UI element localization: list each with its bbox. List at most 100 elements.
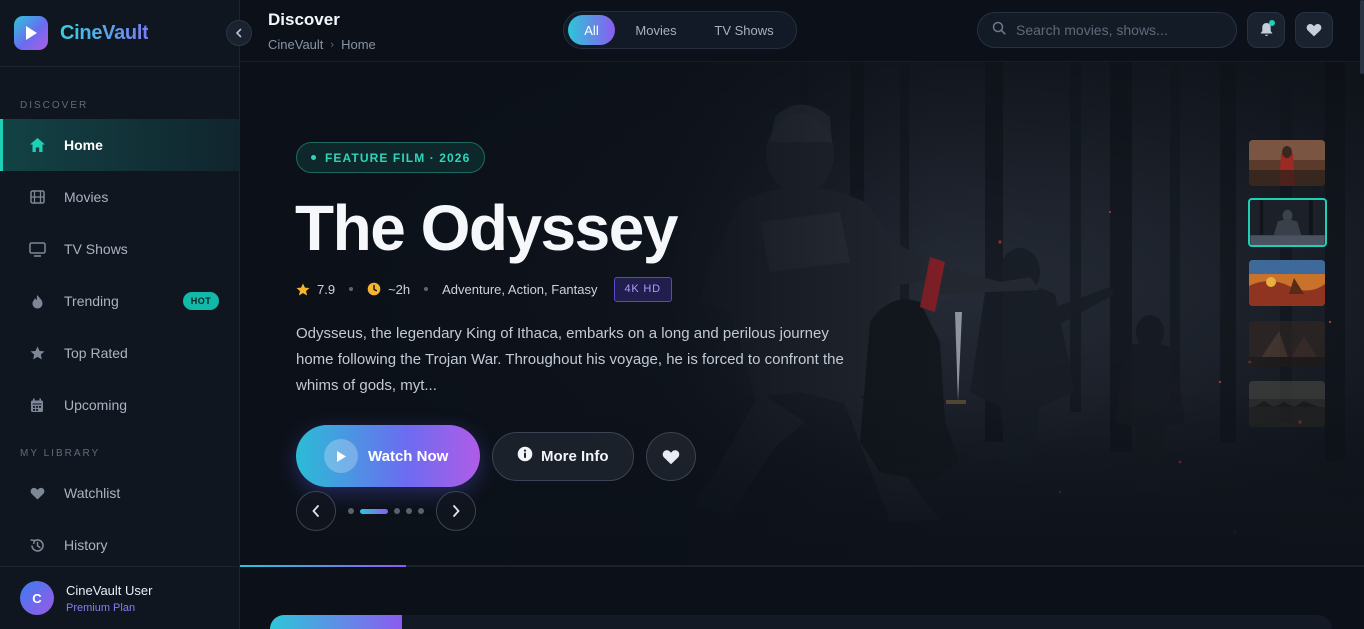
breadcrumb-separator: › [330, 38, 335, 51]
user-name: CineVault User [66, 582, 153, 598]
next-slide-button[interactable] [436, 491, 476, 531]
favorites-button[interactable] [1295, 12, 1333, 48]
sidebar-item-label: Trending [64, 293, 119, 309]
meta-separator [424, 287, 429, 291]
tag-dot-icon [311, 155, 316, 160]
collapse-sidebar-button[interactable] [226, 20, 252, 46]
chevron-left-icon [312, 505, 319, 517]
search-icon [992, 21, 1006, 40]
topbar: Discover CineVault › Home All Movies TV … [240, 0, 1364, 62]
history-icon [28, 536, 46, 554]
app-root: CineVault DISCOVER Home Movies TV Shows [0, 0, 1364, 629]
sidebar-item-tv-shows[interactable]: TV Shows [0, 223, 239, 275]
hero-bottom-overlay [240, 62, 1364, 566]
user-plan: Premium Plan [66, 601, 136, 614]
sidebar-item-watchlist[interactable]: Watchlist [0, 467, 239, 519]
sidebar-item-label: Movies [64, 189, 109, 205]
sidebar-item-label: History [64, 537, 108, 553]
play-logo-icon [14, 16, 48, 50]
more-info-label: More Info [541, 448, 609, 465]
slide-dot-4[interactable] [406, 508, 412, 514]
thumbnail-slide-5[interactable] [1249, 381, 1325, 427]
chevron-left-icon [235, 28, 242, 38]
search-input[interactable] [1016, 22, 1216, 38]
sidebar: CineVault DISCOVER Home Movies TV Shows [0, 0, 252, 629]
previous-slide-button[interactable] [296, 491, 336, 531]
sidebar-item-history[interactable]: History [0, 519, 239, 571]
hero-meta: 7.9 ~2h Adventure, Action, Fantasy 4K HD [296, 276, 672, 302]
sidebar-item-label: Upcoming [64, 397, 128, 413]
heart-icon [662, 449, 680, 464]
brand[interactable]: CineVault [14, 15, 149, 51]
slide-dot-1[interactable] [348, 508, 354, 514]
search-box [977, 12, 1237, 48]
sidebar-item-movies[interactable]: Movies [0, 171, 239, 223]
flame-icon [28, 292, 46, 310]
breadcrumb-item-cinevault[interactable]: CineVault [268, 37, 323, 52]
quality-badge: 4K HD [613, 276, 672, 302]
sidebar-item-upcoming[interactable]: Upcoming [0, 379, 239, 431]
more-info-button[interactable]: More Info [492, 432, 634, 481]
slide-dot-5[interactable] [418, 508, 424, 514]
filter-movies[interactable]: Movies [615, 15, 697, 45]
genres: Adventure, Action, Fantasy [442, 281, 598, 297]
calendar-icon [28, 396, 46, 414]
sidebar-item-top-rated[interactable]: Top Rated [0, 327, 239, 379]
slide-indicators [348, 508, 430, 514]
sidebar-item-label: TV Shows [64, 241, 128, 257]
sidebar-item-label: Home [64, 137, 103, 153]
film-icon [28, 188, 46, 206]
content-section-card [270, 615, 1332, 629]
sidebar-divider [0, 66, 239, 67]
watch-now-label: Watch Now [368, 447, 449, 465]
rating-value: 7.9 [317, 281, 336, 297]
heart-icon [28, 484, 46, 502]
page-title: Discover [268, 10, 340, 29]
thumbnail-slide-3[interactable] [1249, 260, 1325, 306]
add-favorite-button[interactable] [646, 432, 696, 481]
hot-badge: HOT [183, 292, 219, 310]
home-icon [28, 136, 46, 154]
sidebar-item-trending[interactable]: Trending HOT [0, 275, 239, 327]
watch-now-button[interactable]: Watch Now [296, 425, 480, 487]
section-accent [270, 615, 402, 629]
sidebar-item-label: Watchlist [64, 485, 121, 501]
feature-tag-label: FEATURE FILM · 2026 [325, 150, 471, 165]
user-meta: CineVault User Premium Plan [66, 583, 152, 614]
scrollbar[interactable] [1360, 0, 1364, 74]
info-icon [517, 446, 533, 467]
duration-value: ~2h [388, 281, 411, 297]
avatar: C [20, 581, 54, 615]
thumbnail-slide-4[interactable] [1249, 321, 1325, 367]
brand-name: CineVault [60, 21, 149, 44]
breadcrumb: CineVault › Home [268, 37, 376, 52]
section-label-discover: DISCOVER [20, 100, 89, 111]
sidebar-item-label: Top Rated [64, 345, 128, 361]
hero-banner: FEATURE FILM · 2026 The Odyssey 7.9 ~2h … [240, 62, 1364, 566]
notifications-button[interactable] [1247, 12, 1285, 48]
content-type-filter: All Movies TV Shows [563, 11, 797, 49]
sidebar-item-home[interactable]: Home [0, 119, 239, 171]
feature-tag: FEATURE FILM · 2026 [296, 142, 486, 173]
clock-icon [367, 282, 381, 296]
hero-progress-track [240, 565, 1364, 567]
user-profile[interactable]: C CineVault User Premium Plan [0, 566, 239, 629]
rating-star-icon [296, 282, 310, 296]
meta-separator [349, 287, 354, 291]
slide-dot-3[interactable] [394, 508, 400, 514]
play-icon [324, 439, 358, 473]
hero-description: Odysseus, the legendary King of Ithaca, … [296, 325, 844, 394]
slide-dot-2[interactable] [360, 508, 388, 514]
filter-tv-shows[interactable]: TV Shows [697, 15, 791, 45]
chevron-right-icon [453, 505, 460, 517]
thumbnail-slide-2[interactable] [1248, 198, 1327, 247]
hero-title: The Odyssey [295, 192, 678, 264]
star-icon [28, 344, 46, 362]
breadcrumb-item-home: Home [341, 37, 376, 52]
thumbnail-slide-1[interactable] [1249, 140, 1325, 186]
hero-progress-fill [240, 565, 407, 567]
notification-dot [1269, 20, 1275, 26]
tv-icon [28, 240, 46, 258]
filter-all[interactable]: All [568, 15, 615, 45]
heart-icon [1306, 23, 1322, 37]
